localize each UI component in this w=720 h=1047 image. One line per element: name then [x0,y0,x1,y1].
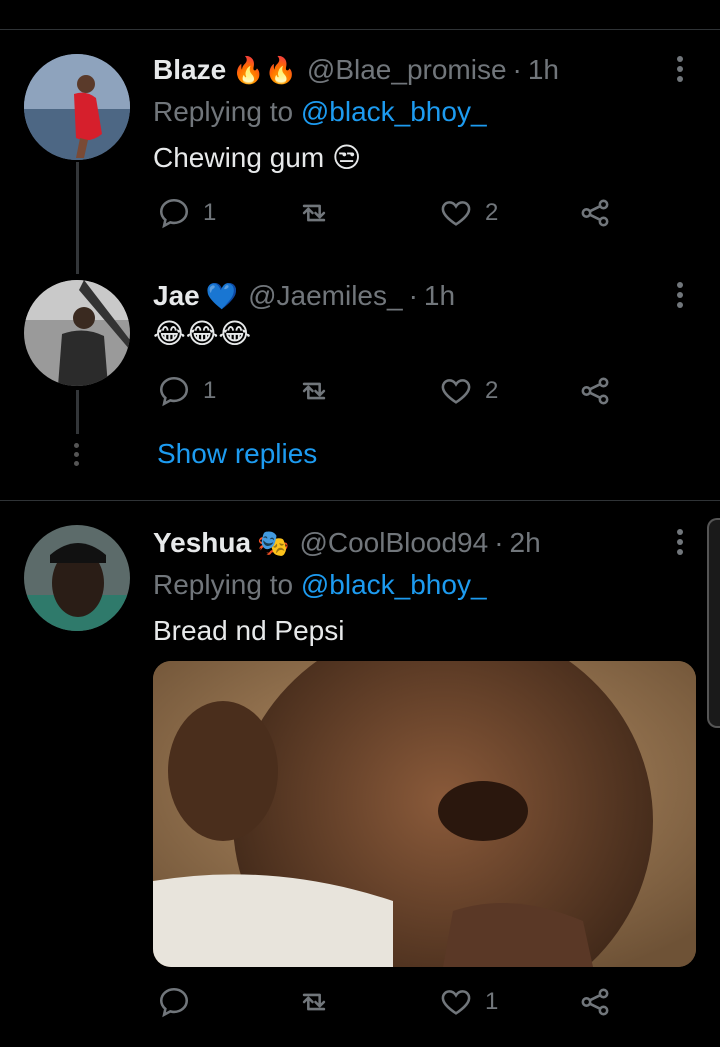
theater-masks-badge-icon: 🎭 [257,528,290,558]
fire-badge-icon: 🔥🔥 [232,55,297,85]
timestamp[interactable]: 1h [424,278,455,314]
tweet-actions: 1 2 [153,196,623,236]
retweet-icon [302,204,326,222]
display-name[interactable]: Blaze [153,52,226,88]
like-button[interactable]: 1 [439,985,498,1019]
avatar[interactable] [24,280,130,386]
heart-icon [441,379,471,404]
timestamp[interactable]: 1h [528,52,559,88]
replying-to: Replying to @black_bhoy_ [153,567,487,603]
replying-to: Replying to @black_bhoy_ [153,94,487,130]
display-name[interactable]: Yeshua [153,525,251,561]
retweet-button[interactable] [297,985,343,1019]
reply-count: 1 [203,199,217,226]
tweet-text: Chewing gum 😒 [153,142,362,173]
replying-to-mention[interactable]: @black_bhoy_ [301,569,487,600]
like-count: 1 [485,988,499,1015]
share-button[interactable] [578,374,612,408]
more-options-icon[interactable] [672,282,688,312]
avatar[interactable] [24,54,130,160]
reply-icon [159,198,189,229]
separator-dot: · [408,280,418,311]
retweet-button[interactable] [297,196,343,230]
top-divider [0,29,720,30]
thread-line [76,390,79,434]
avatar[interactable] [24,525,130,631]
more-options-icon[interactable] [672,529,688,559]
separator-dot: · [494,527,504,558]
reply-count: 1 [203,377,217,404]
reply-icon [159,376,189,407]
share-icon [581,988,609,1016]
share-button[interactable] [578,196,612,230]
share-icon [581,199,609,227]
reply-button[interactable]: 1 [157,196,216,230]
tweet-text: 😂😂😂 [153,318,252,349]
more-options-icon[interactable] [672,56,688,86]
tweet-actions: 1 2 [153,374,623,414]
retweet-icon [302,993,326,1011]
heart-icon [441,990,471,1015]
tweet-header: Jae 💙 @Jaemiles_ · 1h [153,278,455,314]
username-handle[interactable]: @CoolBlood94 [299,525,488,561]
like-button[interactable]: 2 [439,374,498,408]
reply-icon [159,987,189,1018]
share-icon [581,377,609,405]
username-handle[interactable]: @Blae_promise [307,52,507,88]
replying-to-label: Replying to [153,569,294,600]
avatar-photo-icon [24,525,130,631]
thread-continuation-dots [74,443,80,470]
replying-to-label: Replying to [153,96,294,127]
avatar-photo-icon [24,280,130,386]
crying-child-photo-icon [153,661,696,967]
replying-to-mention[interactable]: @black_bhoy_ [301,96,487,127]
like-button[interactable]: 2 [439,196,498,230]
tweet-header: Blaze 🔥🔥 @Blae_promise · 1h [153,52,559,88]
scrollbar-thumb[interactable] [707,518,720,728]
share-button[interactable] [578,985,612,1019]
display-name[interactable]: Jae [153,278,200,314]
like-count: 2 [485,377,499,404]
tweet-header: Yeshua 🎭 @CoolBlood94 · 2h [153,525,541,561]
show-replies-link[interactable]: Show replies [157,438,317,470]
section-divider [0,500,720,501]
blue-heart-badge-icon: 💙 [205,281,239,311]
retweet-button[interactable] [297,374,343,408]
thread-line [76,162,79,274]
tweet-text: Bread nd Pepsi [153,615,345,646]
timestamp[interactable]: 2h [510,525,541,561]
username-handle[interactable]: @Jaemiles_ [248,278,402,314]
heart-icon [441,201,471,226]
retweet-icon [302,382,326,400]
tweet-actions: 1 [153,985,623,1025]
avatar-photo-icon [24,54,130,160]
tweet-media-image[interactable] [153,661,696,967]
separator-dot: · [512,54,522,85]
reply-button[interactable] [157,985,203,1019]
reply-button[interactable]: 1 [157,374,216,408]
like-count: 2 [485,199,499,226]
